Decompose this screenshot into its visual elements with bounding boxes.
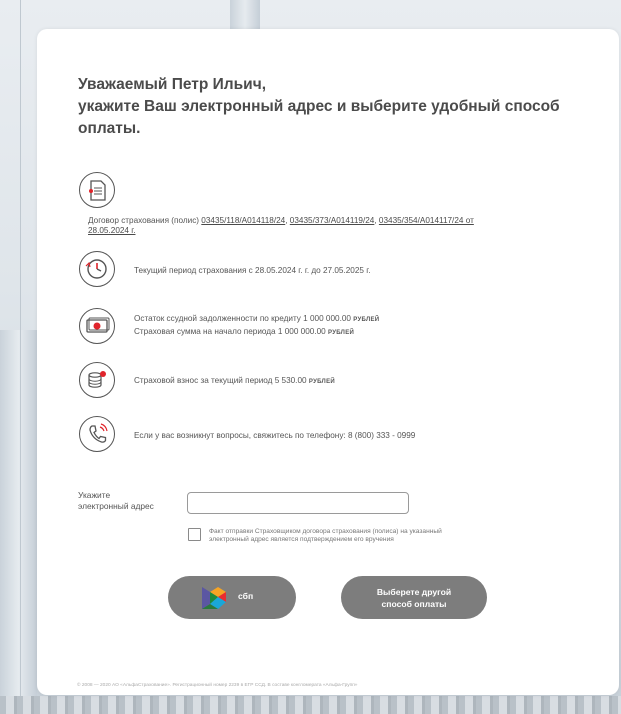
other-payment-button[interactable]: Выберете другой способ оплаты xyxy=(341,576,487,619)
contract-line-1: Договор страхования (полис) 03435/118/A0… xyxy=(88,216,474,226)
greeting-line-2: укажите Ваш электронный адрес и выберите… xyxy=(78,98,560,115)
email-label-line-1: Укажите xyxy=(78,490,111,500)
insured-sum-unit: РУБЛЕЙ xyxy=(327,330,355,336)
contract-link-2[interactable]: 03435/373/A014119/24 xyxy=(290,216,375,225)
other-payment-line-2: способ оплаты xyxy=(381,598,447,609)
insured-sum-text: Страховая сумма на начало периода 1 000 … xyxy=(134,327,328,336)
phone-info: Если у вас возникнут вопросы, свяжитесь … xyxy=(134,431,416,440)
clock-icon xyxy=(79,251,115,287)
premium-unit: РУБЛЕЙ xyxy=(308,379,335,385)
contract-info: Договор страхования (полис) 03435/118/A0… xyxy=(88,216,474,236)
sbp-logo-icon xyxy=(202,587,226,609)
other-payment-label: Выберете другой способ оплаты xyxy=(369,586,459,610)
background-bottom-strip xyxy=(0,696,621,714)
email-label-line-2: электронный адрес xyxy=(78,501,154,511)
footer-copyright: © 2008 — 2020 АО «АльфаСтрахование». Рег… xyxy=(77,683,358,688)
loan-line-1: Остаток ссудной задолженности по кредиту… xyxy=(134,313,379,326)
other-payment-line-1: Выберете другой xyxy=(376,586,452,597)
contract-link-1[interactable]: 03435/118/A014118/24 xyxy=(201,216,285,225)
greeting-heading: Уважаемый Петр Ильич, укажите Ваш электр… xyxy=(78,74,598,140)
money-icon xyxy=(79,308,115,344)
email-input[interactable] xyxy=(187,492,409,514)
premium-text: Страховой взнос за текущий период 5 530.… xyxy=(134,376,309,385)
consent-checkbox[interactable] xyxy=(188,528,201,541)
greeting-line-1: Уважаемый Петр Ильич, xyxy=(78,76,267,93)
period-info: Текущий период страхования с 28.05.2024 … xyxy=(134,266,371,275)
consent-line-1: Факт отправки Страховщиком договора стра… xyxy=(209,528,442,535)
coins-icon xyxy=(79,362,115,398)
payment-card: Уважаемый Петр Ильич, укажите Ваш электр… xyxy=(37,29,619,695)
contract-date-link[interactable]: 28.05.2024 г. xyxy=(88,226,136,235)
consent-text: Факт отправки Страховщиком договора стра… xyxy=(209,528,442,544)
email-label: Укажите электронный адрес xyxy=(78,490,154,512)
background-line xyxy=(20,0,21,700)
loan-line-2: Страховая сумма на начало периода 1 000 … xyxy=(134,326,379,339)
document-icon xyxy=(79,172,115,208)
phone-icon xyxy=(79,416,115,452)
loan-balance-text: Остаток ссудной задолженности по кредиту… xyxy=(134,314,354,323)
background-building-left xyxy=(0,330,37,700)
contract-link-3[interactable]: 03435/354/A014117/24 от xyxy=(379,216,474,225)
loan-info: Остаток ссудной задолженности по кредиту… xyxy=(134,313,379,339)
sbp-label: сбп xyxy=(238,591,254,601)
loan-balance-unit: РУБЛЕЙ xyxy=(353,317,380,323)
contract-line-2: 28.05.2024 г. xyxy=(88,226,474,236)
premium-info: Страховой взнос за текущий период 5 530.… xyxy=(134,376,335,385)
contract-prefix: Договор страхования (полис) xyxy=(88,216,202,225)
greeting-line-3: оплаты. xyxy=(78,120,141,137)
sbp-pay-button[interactable]: сбп xyxy=(168,576,296,619)
background-tower xyxy=(230,0,260,30)
consent-line-2: электронный адрес является подтверждение… xyxy=(209,536,394,543)
